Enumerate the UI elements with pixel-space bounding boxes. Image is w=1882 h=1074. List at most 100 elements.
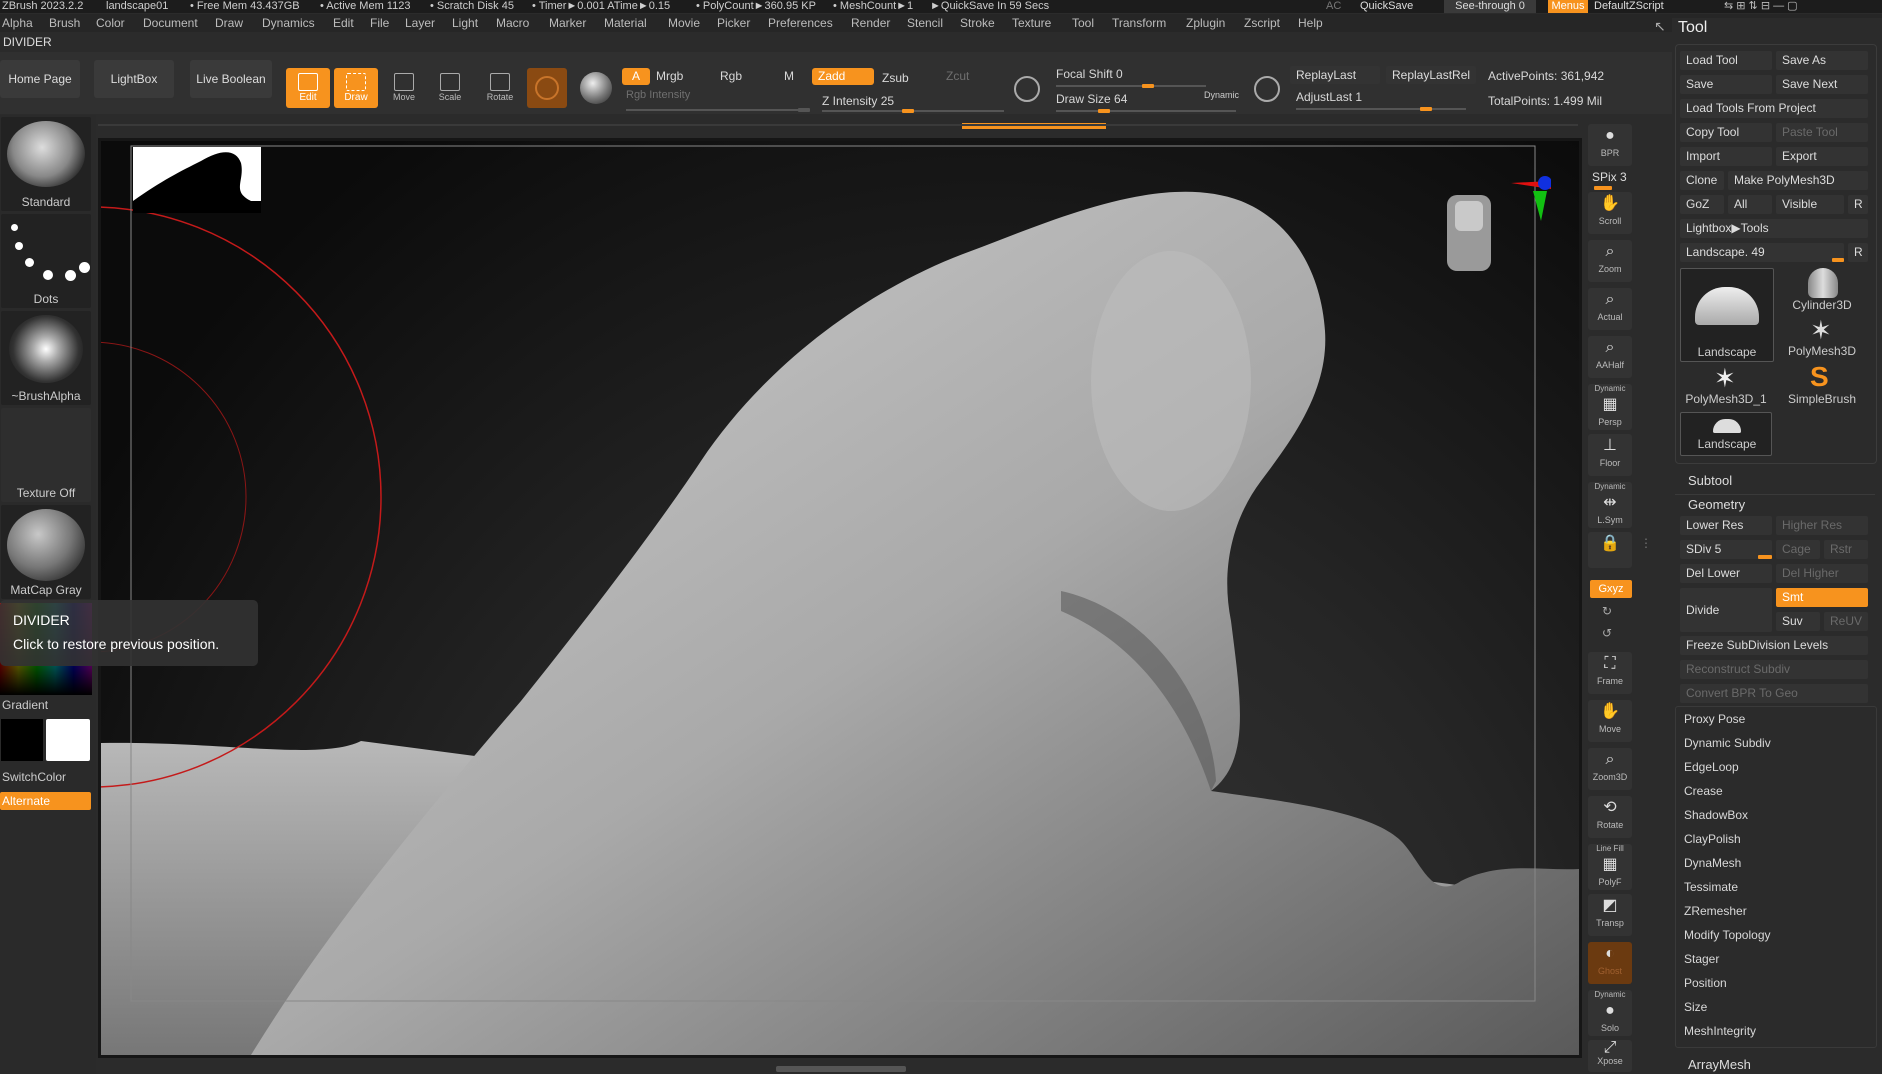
rotate-y-icon[interactable]: ↻ [1602,604,1612,618]
alpha-slot[interactable]: ~BrushAlpha [1,311,91,405]
tool-thumb-landscape[interactable]: Landscape [1680,268,1774,362]
export-button[interactable]: Export [1776,147,1868,166]
smt-toggle[interactable]: Smt [1776,588,1868,607]
reuv-button[interactable]: ReUV [1824,612,1868,631]
edit-mode-button[interactable]: Edit [286,68,330,108]
rotate-mode-button[interactable]: Rotate [480,73,520,102]
zsub-toggle[interactable]: Zsub [882,71,909,85]
live-boolean-button[interactable]: Live Boolean [190,60,272,98]
menu-layer[interactable]: Layer [405,14,435,32]
tool-thumb-simplebrush[interactable]: S SimpleBrush [1776,362,1868,410]
menu-macro[interactable]: Macro [496,14,529,32]
bpr-button[interactable]: ● BPR [1588,124,1632,166]
xyz-symmetry-button[interactable]: Gxyz [1590,580,1632,598]
sculpt-viewport[interactable] [101,141,1579,1055]
landscape-slider-knob[interactable] [1832,258,1844,262]
zremesher-menu[interactable]: ZRemesher [1684,901,1874,921]
save-as-button[interactable]: Save As [1776,51,1868,70]
rotate-view-button[interactable]: ⟲ Rotate [1588,796,1632,838]
size-menu[interactable]: Size [1684,997,1874,1017]
z-intensity-knob[interactable] [902,109,914,113]
gradient-label[interactable]: Gradient [2,698,48,712]
lower-res-button[interactable]: Lower Res [1680,516,1772,535]
landscape-tool-slider[interactable]: Landscape. 49 [1680,243,1844,262]
rgb-intensity-knob[interactable] [798,108,810,112]
menu-tool[interactable]: Tool [1072,14,1094,32]
shadowbox-menu[interactable]: ShadowBox [1684,805,1874,825]
position-menu[interactable]: Position [1684,973,1874,993]
dynamesh-menu[interactable]: DynaMesh [1684,853,1874,873]
draw-size-slider[interactable]: Draw Size 64 [1056,92,1127,106]
menu-draw[interactable]: Draw [215,14,243,32]
menu-material[interactable]: Material [604,14,647,32]
aahalf-button[interactable]: ⌕ AAHalf [1588,336,1632,378]
focal-shift-slider[interactable]: Focal Shift 0 [1056,67,1123,81]
del-higher-button[interactable]: Del Higher [1776,564,1868,583]
menu-edit[interactable]: Edit [333,14,354,32]
higher-res-button[interactable]: Higher Res [1776,516,1868,535]
scroll-button[interactable]: ✋ Scroll [1588,192,1632,234]
lock-button[interactable]: 🔒 [1588,532,1632,568]
menu-zplugin[interactable]: Zplugin [1186,14,1225,32]
menu-movie[interactable]: Movie [668,14,700,32]
move-mode-button[interactable]: Move [384,73,424,102]
meshintegrity-menu[interactable]: MeshIntegrity [1684,1021,1874,1041]
menu-transform[interactable]: Transform [1112,14,1166,32]
see-through-slider[interactable]: See-through 0 [1444,0,1536,13]
landscape-r-button[interactable]: R [1848,243,1868,262]
move-view-button[interactable]: ✋ Move [1588,700,1632,742]
claypolish-menu[interactable]: ClayPolish [1684,829,1874,849]
frame-button[interactable]: ⛶ Frame [1588,652,1632,694]
secondary-color-swatch[interactable] [46,719,90,761]
tray-collapse-icon[interactable]: ⋮ [1640,536,1652,550]
geometry-section-header[interactable]: Geometry [1688,497,1745,512]
xpose-button[interactable]: ⤢ Xpose [1588,1040,1632,1072]
goz-all-button[interactable]: All [1728,195,1772,214]
rstr-button[interactable]: Rstr [1824,540,1868,559]
solo-button[interactable]: Dynamic ● Solo [1588,990,1632,1036]
arraymesh-section-header[interactable]: ArrayMesh [1688,1057,1751,1072]
menu-alpha[interactable]: Alpha [2,14,33,32]
clone-button[interactable]: Clone [1680,171,1724,190]
texture-slot[interactable]: Texture Off [1,408,91,502]
bottom-tray-handle[interactable] [776,1066,906,1072]
stager-menu[interactable]: Stager [1684,949,1874,969]
m-toggle[interactable]: M [784,69,794,83]
local-symmetry-button[interactable]: Dynamic ⇹ L.Sym [1588,482,1632,528]
goz-button[interactable]: GoZ [1680,195,1724,214]
persp-button[interactable]: Dynamic ▦ Persp [1588,384,1632,430]
menu-texture[interactable]: Texture [1012,14,1051,32]
primary-color-swatch[interactable] [1,719,43,761]
divider-label[interactable]: DIVIDER [3,35,52,49]
home-page-button[interactable]: Home Page [0,60,80,98]
tool-palette-title[interactable]: Tool [1678,19,1707,37]
cage-button[interactable]: Cage [1776,540,1820,559]
floor-button[interactable]: ⊥ Floor [1588,434,1632,476]
stroke-slot[interactable]: Dots [1,214,91,308]
make-polymesh3d-button[interactable]: Make PolyMesh3D [1728,171,1868,190]
reconstruct-subdiv-button[interactable]: Reconstruct Subdiv [1680,660,1868,679]
ghost-button[interactable]: ◐ Ghost [1588,942,1632,984]
menu-stencil[interactable]: Stencil [907,14,943,32]
menu-help[interactable]: Help [1298,14,1323,32]
menu-zscript[interactable]: Zscript [1244,14,1280,32]
tessimate-menu[interactable]: Tessimate [1684,877,1874,897]
mrgb-toggle[interactable]: Mrgb [656,69,683,83]
subtool-section-header[interactable]: Subtool [1688,473,1732,488]
menu-stroke[interactable]: Stroke [960,14,995,32]
divide-button[interactable]: Divide [1680,588,1772,632]
goz-visible-button[interactable]: Visible [1776,195,1844,214]
paste-tool-button[interactable]: Paste Tool [1776,123,1868,142]
draw-mode-button[interactable]: Draw [334,68,378,108]
material-swatch-button[interactable] [527,68,567,108]
save-next-button[interactable]: Save Next [1776,75,1868,94]
polyframe-button[interactable]: Line Fill ▦ PolyF [1588,844,1632,890]
default-zscript-button[interactable]: DefaultZScript [1594,0,1664,13]
import-button[interactable]: Import [1680,147,1772,166]
menu-document[interactable]: Document [143,14,198,32]
zcut-toggle[interactable]: Zcut [946,69,969,83]
menu-picker[interactable]: Picker [717,14,750,32]
modify-topology-menu[interactable]: Modify Topology [1684,925,1874,945]
actual-button[interactable]: ⌕ Actual [1588,288,1632,330]
replay-last-rel-button[interactable]: ReplayLastRel [1386,66,1476,84]
